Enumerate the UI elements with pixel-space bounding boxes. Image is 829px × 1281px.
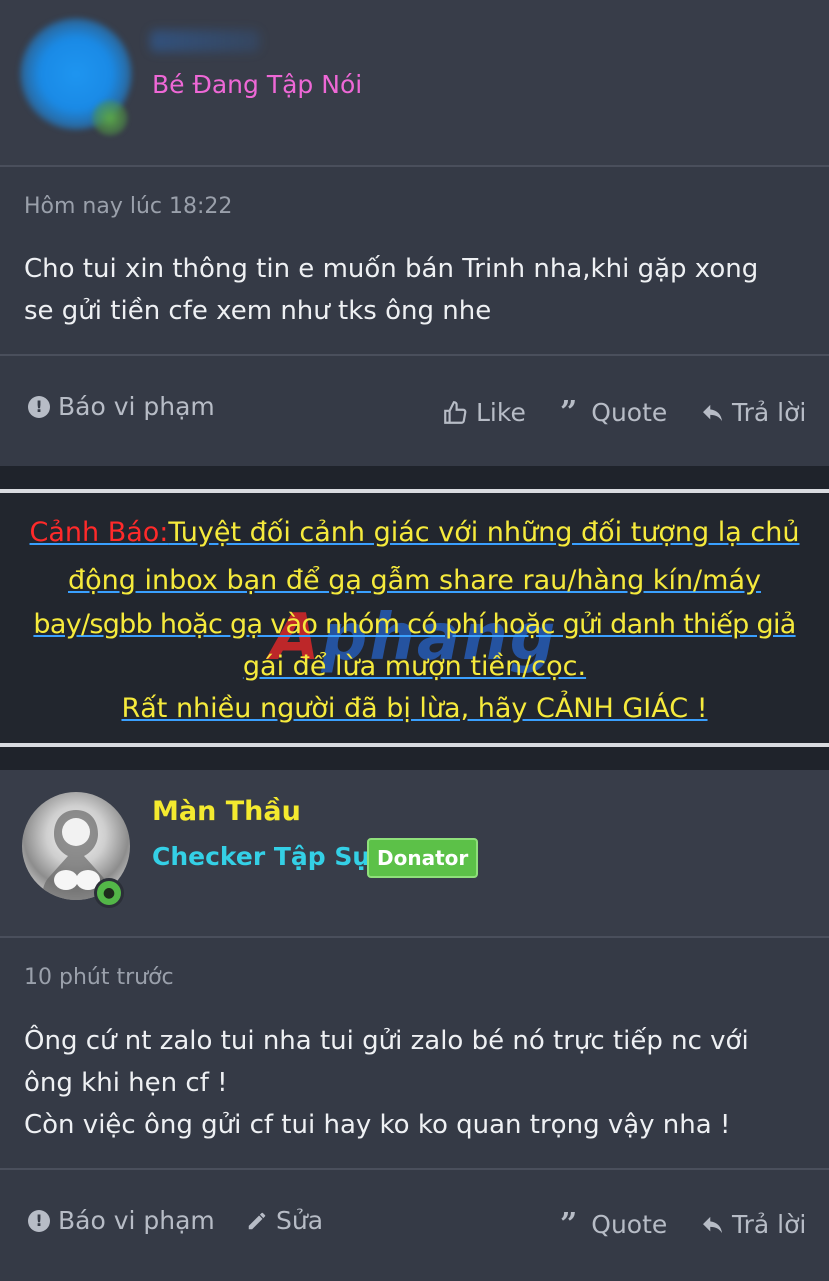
post-body-line: Ông cứ nt zalo tui nha tui gửi zalo bé n… — [24, 1026, 749, 1056]
post-body: Ông cứ nt zalo tui nha tui gửi zalo bé n… — [24, 1020, 799, 1146]
post-body-line: ông khi hẹn cf ! — [24, 1068, 228, 1098]
warning-line-5[interactable]: Rất nhiều người đã bị lừa, hãy CẢNH GIÁC… — [0, 691, 829, 727]
warning-banner: Aphang Cảnh Báo:Tuyệt đối cảnh giác với … — [0, 489, 829, 747]
like-button[interactable]: Like — [442, 398, 526, 427]
post-1: Bé Đang Tập Nói Hôm nay lúc 18:22 Cho tu… — [0, 0, 829, 466]
online-status-icon: ● — [94, 878, 124, 908]
quote-icon: ” — [560, 1206, 578, 1242]
reply-icon — [702, 1215, 724, 1235]
warning-label: Cảnh Báo: — [29, 517, 169, 548]
edit-button[interactable]: Sửa — [246, 1206, 323, 1235]
online-status-icon — [92, 100, 128, 136]
post-body-line: se gửi tiền cfe xem như tks ông nhe — [24, 296, 492, 326]
pencil-icon — [246, 1210, 268, 1232]
report-button[interactable]: ! Báo vi phạm — [28, 1206, 215, 1235]
quote-label: Quote — [591, 1210, 668, 1239]
alert-icon: ! — [28, 1209, 50, 1232]
reply-button[interactable]: Trả lời — [702, 398, 806, 427]
divider — [0, 354, 829, 356]
quote-label: Quote — [591, 398, 668, 427]
post-timestamp[interactable]: Hôm nay lúc 18:22 — [24, 194, 232, 219]
warning-line-3[interactable]: bay/sgbb hoặc gạ vào nhóm có phí hoặc gử… — [0, 607, 829, 643]
username[interactable]: Màn Thầu — [152, 796, 301, 827]
reply-label: Trả lời — [732, 1210, 807, 1239]
edit-label: Sửa — [276, 1206, 324, 1235]
thumbs-up-icon — [442, 400, 468, 426]
post-timestamp[interactable]: 10 phút trước — [24, 965, 174, 990]
reply-button[interactable]: Trả lời — [702, 1210, 806, 1239]
post-body-line: Cho tui xin thông tin e muốn bán Trinh n… — [24, 254, 759, 284]
divider — [0, 1168, 829, 1170]
post-body: Cho tui xin thông tin e muốn bán Trinh n… — [24, 248, 799, 332]
report-button[interactable]: ! Báo vi phạm — [28, 392, 215, 421]
user-title: Checker Tập Sự — [152, 842, 371, 871]
post-1-header: Bé Đang Tập Nói — [0, 0, 829, 167]
quote-button[interactable]: ” Quote — [560, 1206, 668, 1242]
warning-line-1[interactable]: Cảnh Báo:Tuyệt đối cảnh giác với những đ… — [0, 515, 829, 551]
user-title: Bé Đang Tập Nói — [152, 70, 363, 99]
donator-badge: Donator — [367, 838, 479, 878]
quote-icon: ” — [560, 394, 578, 430]
quote-button[interactable]: ” Quote — [560, 394, 668, 430]
warning-line-2[interactable]: động inbox bạn để gạ gẫm share rau/hàng … — [0, 563, 829, 599]
post-body-line: Còn việc ông gửi cf tui hay ko ko quan t… — [24, 1110, 731, 1140]
username-blurred[interactable] — [150, 30, 260, 52]
post-2: ● Màn Thầu Checker Tập Sự Donator 10 phú… — [0, 770, 829, 1281]
alert-icon: ! — [28, 395, 50, 418]
reply-icon — [702, 403, 724, 423]
post-2-header: ● Màn Thầu Checker Tập Sự Donator — [0, 770, 829, 938]
report-label: Báo vi phạm — [58, 392, 215, 421]
reply-label: Trả lời — [732, 398, 807, 427]
warning-line-4[interactable]: gái để lừa mượn tiền/cọc. — [0, 649, 829, 685]
report-label: Báo vi phạm — [58, 1206, 215, 1235]
like-label: Like — [476, 398, 526, 427]
